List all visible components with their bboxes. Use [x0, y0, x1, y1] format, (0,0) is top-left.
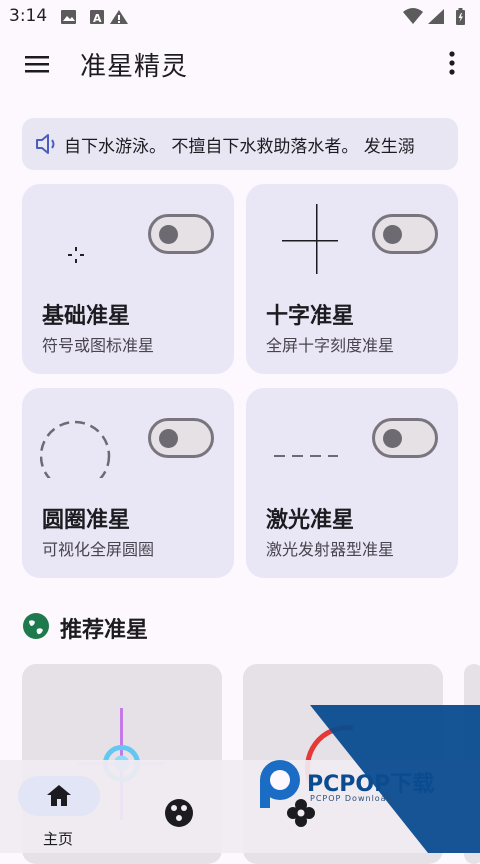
more-options-button[interactable]: [438, 46, 466, 82]
notification-icons: A: [60, 8, 140, 30]
card-subtitle: 可视化全屏圆圈: [42, 540, 155, 559]
home-icon: [47, 785, 71, 806]
nav-home-label: 主页: [43, 830, 74, 848]
more-vert-icon: [449, 51, 455, 75]
svg-text:A: A: [93, 12, 102, 25]
app-bar: 准星精灵: [0, 34, 480, 94]
image-icon: [61, 10, 76, 24]
signal-icon: [428, 9, 444, 24]
card-subtitle: 激光发射器型准星: [266, 540, 395, 559]
switch-thumb: [159, 225, 178, 244]
card-subtitle: 符号或图标准星: [42, 336, 155, 355]
card-title: 圆圈准星: [42, 508, 131, 533]
nav-settings[interactable]: [270, 760, 330, 853]
card-title: 激光准星: [266, 508, 355, 533]
battery-icon: [456, 8, 465, 25]
card-subtitle: 全屏十字刻度准星: [266, 336, 395, 355]
laser-line-preview: [264, 404, 342, 478]
section-title: 推荐准星: [60, 618, 149, 643]
menu-icon: [25, 56, 49, 73]
flower-icon: [287, 799, 315, 827]
wifi-icon: [403, 8, 423, 24]
palette-icon: [165, 799, 193, 827]
basic-crosshair-switch[interactable]: [148, 214, 214, 254]
speaker-icon: [34, 131, 60, 161]
switch-thumb: [159, 429, 178, 448]
status-time: 3:14: [9, 6, 48, 26]
globe-icon: [22, 612, 50, 644]
card-circle-crosshair[interactable]: 圆圈准星 可视化全屏圆圈: [22, 388, 234, 578]
menu-button[interactable]: [22, 48, 54, 80]
dashed-circle-preview: [39, 404, 114, 492]
bottom-navigation: 主页: [0, 760, 480, 853]
nav-themes[interactable]: [150, 760, 210, 853]
card-laser-crosshair[interactable]: 激光准星 激光发射器型准星: [246, 388, 458, 578]
notice-banner[interactable]: 自下水游泳。 不擅自下水救助落水者。 发生溺: [22, 118, 458, 170]
nav-home[interactable]: 主页: [18, 760, 102, 853]
card-title: 十字准星: [266, 304, 355, 329]
small-crosshair-preview: [40, 200, 114, 274]
system-icons: [402, 7, 472, 31]
a-icon: A: [90, 10, 104, 25]
large-cross-preview: [264, 200, 352, 274]
switch-thumb: [383, 225, 402, 244]
card-title: 基础准星: [42, 304, 131, 329]
card-basic-crosshair[interactable]: 基础准星 符号或图标准星: [22, 184, 234, 374]
card-cross-crosshair[interactable]: 十字准星 全屏十字刻度准星: [246, 184, 458, 374]
laser-crosshair-switch[interactable]: [372, 418, 438, 458]
notice-text: 自下水游泳。 不擅自下水救助落水者。 发生溺: [64, 137, 415, 157]
cross-crosshair-switch[interactable]: [372, 214, 438, 254]
warning-icon: [110, 10, 128, 24]
app-title: 准星精灵: [80, 52, 189, 82]
status-bar: 3:14 A: [0, 0, 480, 34]
switch-thumb: [383, 429, 402, 448]
circle-crosshair-switch[interactable]: [148, 418, 214, 458]
